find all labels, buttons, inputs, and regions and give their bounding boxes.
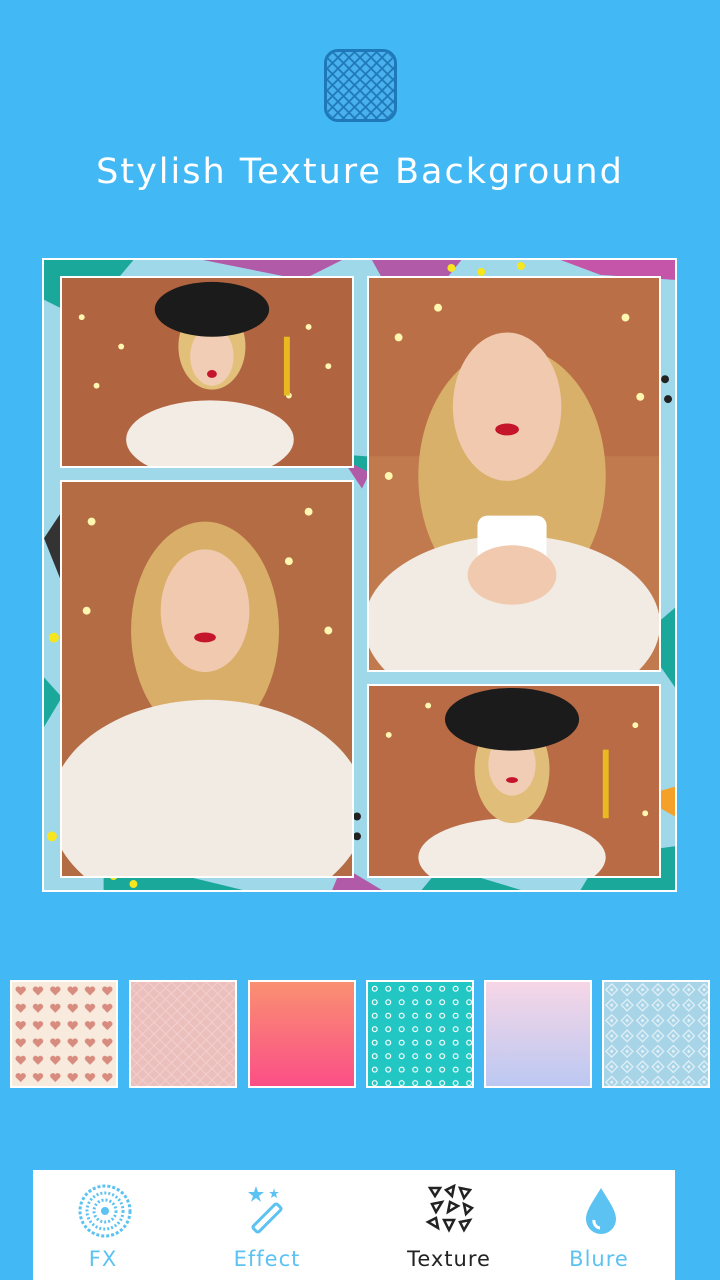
- water-drop-icon: [574, 1184, 628, 1238]
- page-title: Stylish Texture Background: [96, 152, 624, 192]
- texture-swatch-strip: [0, 980, 720, 1090]
- bottom-toolbar: FX Effect Texture Blure: [33, 1170, 675, 1280]
- photo-1[interactable]: [60, 276, 354, 468]
- tool-fx-label: FX: [88, 1247, 118, 1271]
- fx-circle-icon: [78, 1184, 132, 1238]
- tool-blure-label: Blure: [569, 1247, 629, 1271]
- pink-grid-texture[interactable]: [129, 980, 237, 1088]
- blue-pattern-texture[interactable]: [602, 980, 710, 1088]
- triangles-texture-icon: [424, 1184, 478, 1238]
- photo-2[interactable]: [367, 276, 661, 672]
- photo-3[interactable]: [60, 480, 354, 878]
- hearts-texture[interactable]: [10, 980, 118, 1088]
- coral-gradient-texture[interactable]: [248, 980, 356, 1088]
- tool-texture[interactable]: Texture: [379, 1170, 519, 1280]
- lavender-gradient-texture[interactable]: [484, 980, 592, 1088]
- photo-4[interactable]: [367, 684, 661, 878]
- collage-canvas[interactable]: [42, 258, 677, 892]
- tool-texture-label: Texture: [407, 1247, 491, 1271]
- teal-dots-texture[interactable]: [366, 980, 474, 1088]
- tool-fx[interactable]: FX: [33, 1170, 173, 1280]
- tool-effect[interactable]: Effect: [197, 1170, 337, 1280]
- tool-effect-label: Effect: [233, 1247, 301, 1271]
- tool-blure[interactable]: Blure: [529, 1170, 669, 1280]
- texture-pattern-icon: [324, 49, 397, 122]
- magic-wand-icon: [242, 1184, 296, 1238]
